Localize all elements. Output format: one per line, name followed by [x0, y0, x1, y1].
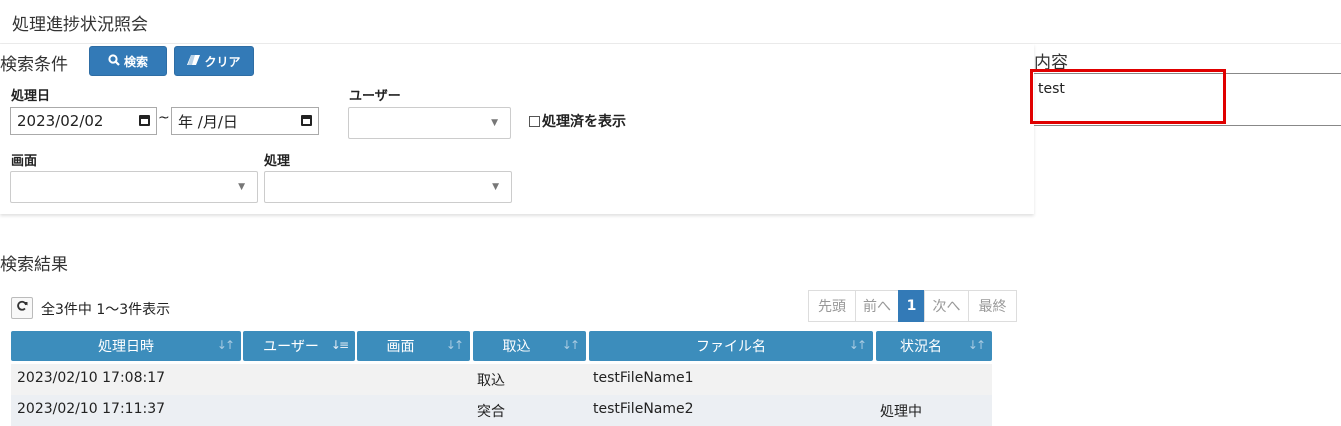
user-label: ユーザー [349, 89, 401, 104]
calendar-icon[interactable] [139, 115, 150, 126]
column-header-screen[interactable]: 画面 ↓↑ [357, 331, 470, 361]
screen-select[interactable]: ▼ [10, 171, 258, 203]
page-title: 処理進捗状況照会 [12, 15, 148, 35]
sort-icon: ↓↑ [967, 338, 986, 352]
date-from-input[interactable]: 2023/02/02 [10, 107, 157, 135]
cell-import: 取込 [477, 373, 505, 389]
column-header-label: 取込 [502, 339, 531, 355]
column-header-label: 処理日時 [98, 339, 154, 355]
clear-button-label: クリア [204, 54, 241, 69]
cell-filename: testFileName1 [593, 370, 694, 386]
process-label: 処理 [264, 154, 291, 169]
calendar-icon[interactable] [301, 115, 312, 126]
search-conditions-title: 検索条件 [0, 55, 68, 75]
cell-status: 処理中 [880, 404, 922, 420]
content-divider-bottom [1034, 125, 1341, 126]
search-button-label: 検索 [123, 54, 148, 69]
clear-button[interactable]: クリア [174, 46, 254, 76]
column-header-status[interactable]: 状況名 ↓↑ [876, 331, 992, 361]
column-header-user[interactable]: ユーザー ↓≡ [243, 331, 355, 361]
sort-icon: ↓↑ [561, 338, 580, 352]
sort-icon: ↓↑ [216, 338, 235, 352]
pager-prev[interactable]: 前へ [855, 290, 899, 322]
table-row[interactable]: 2023/02/10 17:11:37 突合 testFileName2 処理中 [11, 395, 992, 426]
table-row[interactable]: 2023/02/10 17:08:17 取込 testFileName1 [11, 364, 992, 395]
screen-label: 画面 [11, 154, 38, 169]
pager-last[interactable]: 最終 [968, 290, 1017, 322]
date-to-placeholder: 年 /月/日 [178, 112, 238, 131]
search-icon [108, 53, 120, 69]
date-label: 処理日 [11, 89, 51, 104]
column-header-label: 画面 [386, 339, 415, 355]
user-select[interactable]: ▼ [348, 107, 511, 139]
chevron-down-icon: ▼ [238, 182, 245, 192]
column-header-label: 状況名 [900, 339, 942, 355]
column-header-filename[interactable]: ファイル名 ↓↑ [589, 331, 873, 361]
chevron-down-icon: ▼ [492, 182, 499, 192]
column-header-label: ユーザー [263, 339, 319, 355]
search-conditions-panel: 検索条件 検索 クリア 処理日 2023/02/02 ~ 年 /月/日 ユーザー… [0, 44, 1034, 214]
pager-page-1[interactable]: 1 [898, 290, 925, 322]
chevron-down-icon: ▼ [491, 118, 498, 128]
sort-icon: ↓↑ [848, 338, 867, 352]
sort-icon: ↓↑ [445, 338, 464, 352]
highlight-box [1030, 69, 1226, 124]
show-processed-checkbox-wrap[interactable]: 処理済を表示 [529, 111, 626, 131]
sort-desc-icon: ↓≡ [330, 338, 349, 352]
eraser-icon [187, 54, 201, 68]
date-to-input[interactable]: 年 /月/日 [171, 107, 319, 135]
cell-datetime: 2023/02/10 17:08:17 [17, 370, 166, 386]
result-count: 全3件中 1～3件表示 [41, 302, 171, 318]
date-range-separator: ~ [158, 110, 170, 126]
column-header-label: ファイル名 [696, 339, 766, 355]
process-select[interactable]: ▼ [264, 171, 512, 203]
cell-filename: testFileName2 [593, 401, 694, 417]
search-button[interactable]: 検索 [89, 46, 167, 76]
column-header-datetime[interactable]: 処理日時 ↓↑ [11, 331, 241, 361]
refresh-button[interactable] [11, 297, 33, 319]
pager-next[interactable]: 次へ [924, 290, 969, 322]
pager-first[interactable]: 先頭 [808, 290, 856, 322]
show-processed-label: 処理済を表示 [542, 114, 626, 130]
pagination: 先頭 前へ 1 次へ 最終 [808, 290, 1017, 322]
search-results-title: 検索結果 [0, 255, 68, 275]
cell-import: 突合 [477, 404, 505, 420]
column-header-import[interactable]: 取込 ↓↑ [473, 331, 586, 361]
cell-datetime: 2023/02/10 17:11:37 [17, 401, 166, 417]
show-processed-checkbox[interactable] [529, 115, 540, 127]
date-from-value: 2023/02/02 [17, 112, 104, 130]
refresh-icon [16, 300, 28, 316]
